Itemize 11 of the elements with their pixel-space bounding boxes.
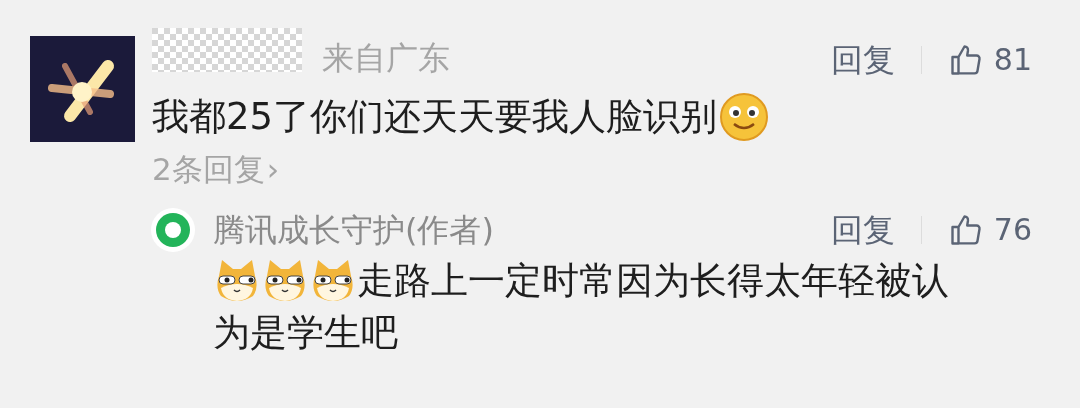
like-button[interactable]: 81 xyxy=(947,42,1032,78)
grinning-emoji-icon xyxy=(719,92,770,142)
reply-text-line: 走路上一定时常因为长得太年轻被认 xyxy=(357,258,949,304)
reply-button[interactable]: 回复 xyxy=(830,214,895,246)
reply-text-line: 为是学生吧 xyxy=(213,310,398,356)
app-logo-icon xyxy=(150,207,196,253)
location-label: 来自广东 xyxy=(322,42,450,74)
author-name: 腾讯成长守护(作者) xyxy=(213,210,494,251)
comment-text: 我都25了你们还天天要我人脸识别 xyxy=(152,94,718,140)
like-button[interactable]: 76 xyxy=(947,212,1032,248)
reply-button[interactable]: 回复 xyxy=(830,44,895,76)
